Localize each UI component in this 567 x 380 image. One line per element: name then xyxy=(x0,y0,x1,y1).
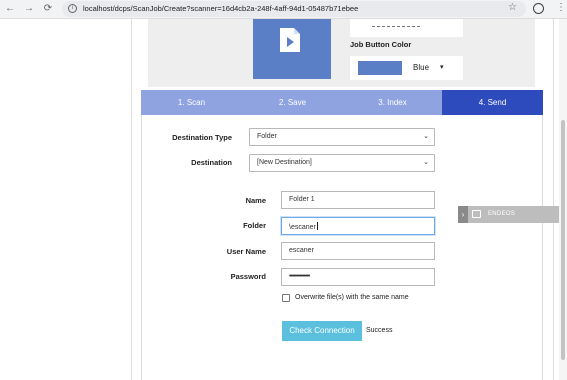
window-icon xyxy=(472,210,481,218)
page-divider-left xyxy=(131,19,132,380)
side-tab-label: ENDEOS xyxy=(488,211,516,217)
destination-type-value: Folder xyxy=(257,133,277,140)
folder-value: \escaner xyxy=(289,222,318,231)
back-icon[interactable]: ← xyxy=(4,3,16,15)
browser-toolbar: ← → ⟳ i localhost/dcps/ScanJob/Create?sc… xyxy=(0,0,567,19)
job-button-icon-select[interactable] xyxy=(350,19,463,37)
destination-type-label: Destination Type xyxy=(172,133,232,142)
caret-down-icon: ▾ xyxy=(440,64,444,71)
document-play-icon xyxy=(280,28,300,52)
chevron-down-icon: ⌄ xyxy=(423,133,429,140)
url-text[interactable]: localhost/dcps/ScanJob/Create?scanner=16… xyxy=(83,4,358,13)
select-placeholder-dashes xyxy=(372,26,420,27)
connection-status: Success xyxy=(366,327,393,334)
page-left-margin xyxy=(0,19,131,380)
color-swatch xyxy=(358,61,402,75)
folder-text: \escaner xyxy=(289,224,316,231)
scrollbar-thumb[interactable] xyxy=(561,120,565,360)
browser-menu-icon[interactable]: ⋮ xyxy=(556,2,566,13)
password-input[interactable]: •••••••••••••• xyxy=(281,268,435,286)
bookmark-star-icon[interactable]: ☆ xyxy=(508,2,517,13)
step-send[interactable]: 4. Send xyxy=(442,90,543,115)
job-button-color-select[interactable]: Blue ▾ xyxy=(350,56,463,80)
user-name-value: escaner xyxy=(289,247,314,254)
profile-avatar-icon[interactable] xyxy=(533,3,544,14)
color-value: Blue xyxy=(413,63,430,72)
chevron-right-icon[interactable]: › xyxy=(458,206,468,223)
site-info-icon[interactable]: i xyxy=(68,4,77,13)
side-panel-tab[interactable]: › ENDEOS xyxy=(458,206,559,223)
destination-value: [New Destination] xyxy=(257,159,312,166)
password-label: Password xyxy=(230,272,266,281)
job-button-color-label: Job Button Color xyxy=(350,40,412,49)
user-name-input[interactable]: escaner xyxy=(281,242,435,260)
chevron-down-icon: ⌄ xyxy=(423,159,429,166)
page-divider-right xyxy=(553,19,554,380)
overwrite-checkbox[interactable] xyxy=(282,294,290,302)
folder-label: Folder xyxy=(243,221,266,230)
address-bar[interactable]: i localhost/dcps/ScanJob/Create?scanner=… xyxy=(62,1,526,17)
reload-icon[interactable]: ⟳ xyxy=(42,3,54,15)
user-name-label: User Name xyxy=(226,247,266,256)
text-cursor xyxy=(316,222,318,230)
step-save[interactable]: 2. Save xyxy=(242,90,343,115)
forward-icon[interactable]: → xyxy=(23,3,35,15)
check-connection-button[interactable]: Check Connection xyxy=(282,321,362,341)
folder-input[interactable]: \escaner xyxy=(281,217,435,235)
name-value: Folder 1 xyxy=(289,196,315,203)
content-border-left xyxy=(141,115,142,380)
wizard-steps: 1. Scan 2. Save 3. Index 4. Send xyxy=(141,90,543,115)
content-border-right xyxy=(542,115,543,380)
name-input[interactable]: Folder 1 xyxy=(281,191,435,209)
destination-select[interactable]: [New Destination] ⌄ xyxy=(249,154,435,172)
step-index[interactable]: 3. Index xyxy=(343,90,442,115)
destination-label: Destination xyxy=(191,158,232,167)
job-button-panel xyxy=(148,19,535,87)
password-value: •••••••••••••• xyxy=(289,273,310,280)
name-label: Name xyxy=(245,196,266,205)
overwrite-label[interactable]: Overwrite file(s) with the same name xyxy=(295,294,409,301)
step-scan[interactable]: 1. Scan xyxy=(141,90,242,115)
destination-type-select[interactable]: Folder ⌄ xyxy=(249,128,435,146)
